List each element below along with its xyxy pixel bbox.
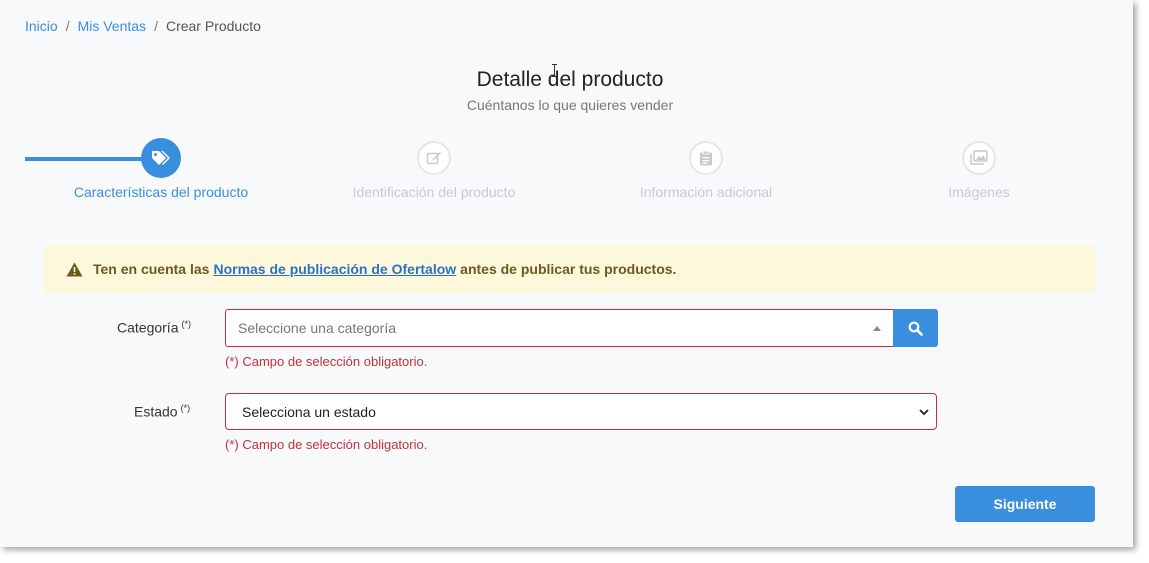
breadcrumb-current: Crear Producto — [165, 18, 261, 34]
category-placeholder: Seleccione una categoría — [238, 320, 396, 336]
required-mark: (*) — [181, 319, 191, 329]
alert-text-suffix: antes de publicar tus productos. — [460, 261, 677, 277]
edit-icon — [417, 141, 451, 175]
state-error: (*) Campo de selección obligatorio. — [225, 437, 428, 452]
category-select[interactable]: Seleccione una categoría — [225, 309, 893, 347]
alert-text-prefix: Ten en cuenta las — [93, 261, 210, 277]
page-card: Inicio / Mis Ventas / Crear Producto Detalle… — [0, 0, 1133, 547]
state-select[interactable]: Selecciona un estado — [225, 393, 937, 430]
step-label: Identificación del producto — [352, 184, 516, 200]
next-button[interactable]: Siguiente — [955, 486, 1095, 522]
step-imagenes[interactable]: Imágenes — [859, 141, 1099, 200]
required-mark: (*) — [180, 403, 191, 413]
breadcrumb-separator: / — [65, 18, 70, 34]
step-label: Información adicional — [639, 184, 773, 200]
caret-up-icon — [873, 326, 881, 331]
search-icon — [908, 321, 923, 336]
breadcrumb-separator: / — [154, 18, 158, 34]
state-label-text: Estado — [134, 403, 178, 420]
chevron-down-icon — [918, 405, 930, 423]
publication-rules-link[interactable]: Normas de publicación de Ofertalow — [213, 261, 456, 277]
page-subtitle: Cuéntanos lo que quieres vender — [466, 97, 674, 113]
breadcrumb-inicio[interactable]: Inicio — [25, 18, 58, 34]
state-label: Estado (*) — [134, 403, 190, 420]
images-icon — [962, 141, 996, 175]
step-label: Imágenes — [948, 184, 1010, 200]
warning-alert: Ten en cuenta las Normas de publicación … — [44, 245, 1095, 293]
category-label: Categoría (*) — [117, 319, 191, 336]
category-search-button[interactable] — [893, 309, 938, 347]
tags-icon — [141, 138, 181, 178]
breadcrumb: Inicio / Mis Ventas / Crear Producto — [25, 18, 261, 34]
step-label: Características del producto — [73, 184, 249, 200]
page-title: Detalle del producto — [476, 68, 664, 91]
breadcrumb-mis-ventas[interactable]: Mis Ventas — [78, 18, 146, 34]
category-error: (*) Campo de selección obligatorio. — [225, 354, 428, 369]
category-label-text: Categoría — [117, 319, 179, 336]
clipboard-icon — [689, 141, 723, 175]
text-cursor-icon — [552, 64, 557, 77]
step-caracteristicas[interactable]: Características del producto — [41, 138, 281, 200]
state-select-value: Selecciona un estado — [242, 404, 376, 420]
step-informacion[interactable]: Información adicional — [586, 141, 826, 200]
step-identificacion[interactable]: Identificación del producto — [314, 141, 554, 200]
warning-icon — [66, 262, 83, 277]
